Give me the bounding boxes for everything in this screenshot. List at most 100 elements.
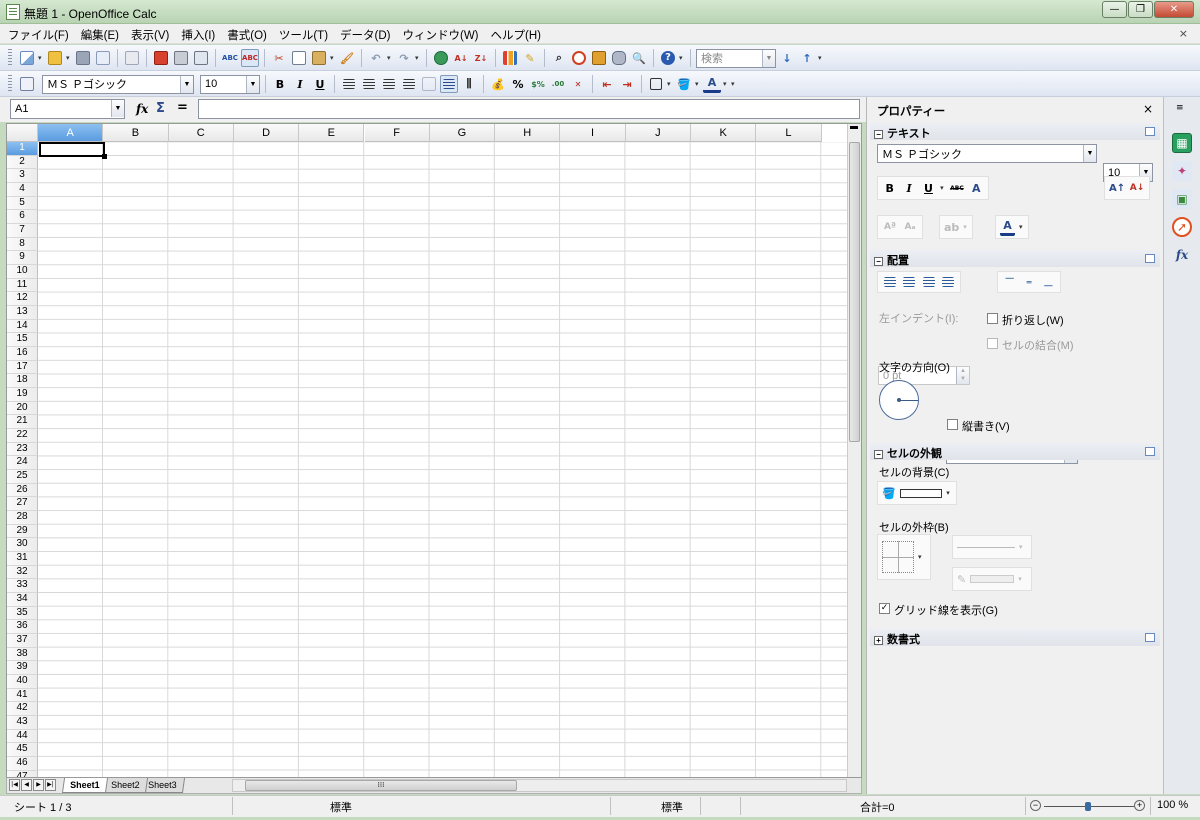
- row-header-38[interactable]: 38: [7, 647, 38, 662]
- italic-button[interactable]: I: [291, 75, 309, 93]
- row-header-29[interactable]: 29: [7, 524, 38, 539]
- collapse-icon[interactable]: −: [874, 450, 883, 459]
- vertical-scroll-thumb[interactable]: [849, 142, 860, 442]
- row-header-15[interactable]: 15: [7, 333, 38, 348]
- show-gridlines-checkbox[interactable]: ✓: [879, 603, 890, 614]
- row-header-43[interactable]: 43: [7, 716, 38, 730]
- row-header-10[interactable]: 10: [7, 265, 38, 279]
- font-size-combo[interactable]: 10 ▼: [200, 74, 260, 94]
- row-header-2[interactable]: 2: [7, 155, 38, 170]
- row-header-21[interactable]: 21: [7, 415, 38, 430]
- sidebar-font-name-combo[interactable]: ＭＳ Ｐゴシック ▼: [877, 144, 1097, 163]
- align-right-icon[interactable]: [380, 75, 398, 93]
- formula-input[interactable]: [198, 99, 860, 119]
- decrease-indent-icon[interactable]: ⇤: [598, 75, 616, 93]
- sidebar-align-middle-icon[interactable]: ═: [1021, 273, 1036, 291]
- row-header-9[interactable]: 9: [7, 251, 38, 266]
- row-header-47[interactable]: 47: [7, 770, 38, 777]
- border-line-style-picker[interactable]: ▾: [952, 535, 1032, 559]
- first-sheet-icon[interactable]: |◀: [9, 779, 20, 791]
- alignment-more-options-icon[interactable]: [1145, 254, 1155, 263]
- row-header-25[interactable]: 25: [7, 470, 38, 484]
- search-dropdown-icon[interactable]: ▼: [762, 49, 775, 67]
- sheet-tab-sheet2[interactable]: Sheet2: [102, 778, 148, 793]
- number-format-section-header[interactable]: + 数書式: [874, 631, 920, 647]
- gallery-deck-icon[interactable]: ▣: [1172, 189, 1192, 209]
- cell-area[interactable]: [38, 142, 849, 777]
- edit-file-icon[interactable]: [123, 49, 141, 67]
- clone-formatting-icon[interactable]: 🖌: [338, 49, 356, 67]
- redo-icon[interactable]: ↷: [395, 49, 413, 67]
- function-wizard-icon[interactable]: fx: [136, 102, 148, 116]
- horizontal-scrollbar[interactable]: ⁞⁞⁞: [232, 779, 847, 792]
- align-center-icon[interactable]: [360, 75, 378, 93]
- wrap-text-icon[interactable]: [440, 75, 458, 93]
- row-header-28[interactable]: 28: [7, 511, 38, 525]
- find-replace-icon[interactable]: ⌕: [550, 49, 568, 67]
- sidebar-subscript-icon[interactable]: Aₐ: [902, 218, 918, 236]
- status-page-style[interactable]: 標準: [330, 799, 352, 815]
- row-header-16[interactable]: 16: [7, 347, 38, 361]
- cell-border-picker[interactable]: ▾: [877, 534, 931, 580]
- zoom-in-icon[interactable]: +: [1134, 800, 1145, 811]
- currency-format-icon[interactable]: 💰: [489, 75, 507, 93]
- column-header-d[interactable]: D: [233, 124, 300, 142]
- export-pdf-icon[interactable]: [152, 49, 170, 67]
- row-header-5[interactable]: 5: [7, 196, 38, 211]
- search-input[interactable]: 検索 ▼: [696, 48, 776, 68]
- bold-button[interactable]: B: [271, 75, 289, 93]
- sidebar-align-bottom-icon[interactable]: ⎽: [1041, 273, 1056, 291]
- gallery-icon[interactable]: [590, 49, 608, 67]
- font-color-icon[interactable]: A: [703, 75, 721, 93]
- auto-spellcheck-icon[interactable]: ABC: [241, 49, 259, 67]
- merge-cells-checkbox[interactable]: [987, 338, 998, 349]
- find-previous-icon[interactable]: ↑: [798, 49, 816, 67]
- toolbar-grip[interactable]: [8, 49, 12, 67]
- save-icon[interactable]: [74, 49, 92, 67]
- find-next-icon[interactable]: ↓: [778, 49, 796, 67]
- row-header-19[interactable]: 19: [7, 388, 38, 402]
- menu-insert[interactable]: 挿入(I): [181, 27, 215, 43]
- border-line-color-picker[interactable]: ✎ ▾: [952, 567, 1032, 591]
- menu-view[interactable]: 表示(V): [131, 27, 169, 43]
- row-header-6[interactable]: 6: [7, 210, 38, 224]
- paste-icon[interactable]: [310, 49, 328, 67]
- alignment-section-header[interactable]: − 配置: [874, 252, 909, 268]
- row-header-44[interactable]: 44: [7, 729, 38, 744]
- text-more-options-icon[interactable]: [1145, 127, 1155, 136]
- cut-icon[interactable]: ✂: [270, 49, 288, 67]
- row-header-13[interactable]: 13: [7, 306, 38, 320]
- vertical-align-icon[interactable]: ⫼: [460, 75, 478, 93]
- close-document-icon[interactable]: ×: [1179, 27, 1188, 40]
- row-header-34[interactable]: 34: [7, 593, 38, 607]
- row-header-7[interactable]: 7: [7, 224, 38, 238]
- sidebar-align-top-icon[interactable]: ⎺: [1002, 273, 1017, 291]
- wrap-text-checkbox[interactable]: [987, 313, 998, 324]
- column-header-g[interactable]: G: [429, 124, 496, 142]
- column-header-h[interactable]: H: [495, 124, 561, 142]
- row-header-17[interactable]: 17: [7, 360, 38, 375]
- menu-tools[interactable]: ツール(T): [279, 27, 328, 43]
- vertical-stacking-checkbox[interactable]: [947, 419, 958, 430]
- name-box-dropdown-icon[interactable]: ▼: [111, 100, 124, 117]
- column-header-b[interactable]: B: [103, 124, 169, 142]
- collapse-icon[interactable]: −: [874, 257, 883, 266]
- properties-deck-icon[interactable]: ▦: [1172, 133, 1192, 153]
- text-direction-dial[interactable]: [879, 380, 919, 420]
- font-size-dropdown-icon[interactable]: ▼: [246, 75, 259, 93]
- percent-format-button[interactable]: %: [509, 75, 527, 93]
- print-preview-icon[interactable]: [192, 49, 210, 67]
- add-decimal-icon[interactable]: .00: [549, 75, 567, 93]
- row-header-35[interactable]: 35: [7, 606, 38, 621]
- navigator-deck-icon[interactable]: ➚: [1172, 217, 1192, 237]
- new-document-icon[interactable]: [18, 49, 36, 67]
- sidebar-align-center-icon[interactable]: [902, 273, 918, 291]
- help-icon[interactable]: ?: [659, 49, 677, 67]
- row-header-46[interactable]: 46: [7, 757, 38, 771]
- status-selection-mode[interactable]: 標準: [661, 799, 683, 815]
- row-header-20[interactable]: 20: [7, 401, 38, 416]
- sum-icon[interactable]: Σ: [156, 101, 165, 116]
- copy-icon[interactable]: [290, 49, 308, 67]
- column-header-e[interactable]: E: [299, 124, 365, 142]
- row-header-12[interactable]: 12: [7, 292, 38, 307]
